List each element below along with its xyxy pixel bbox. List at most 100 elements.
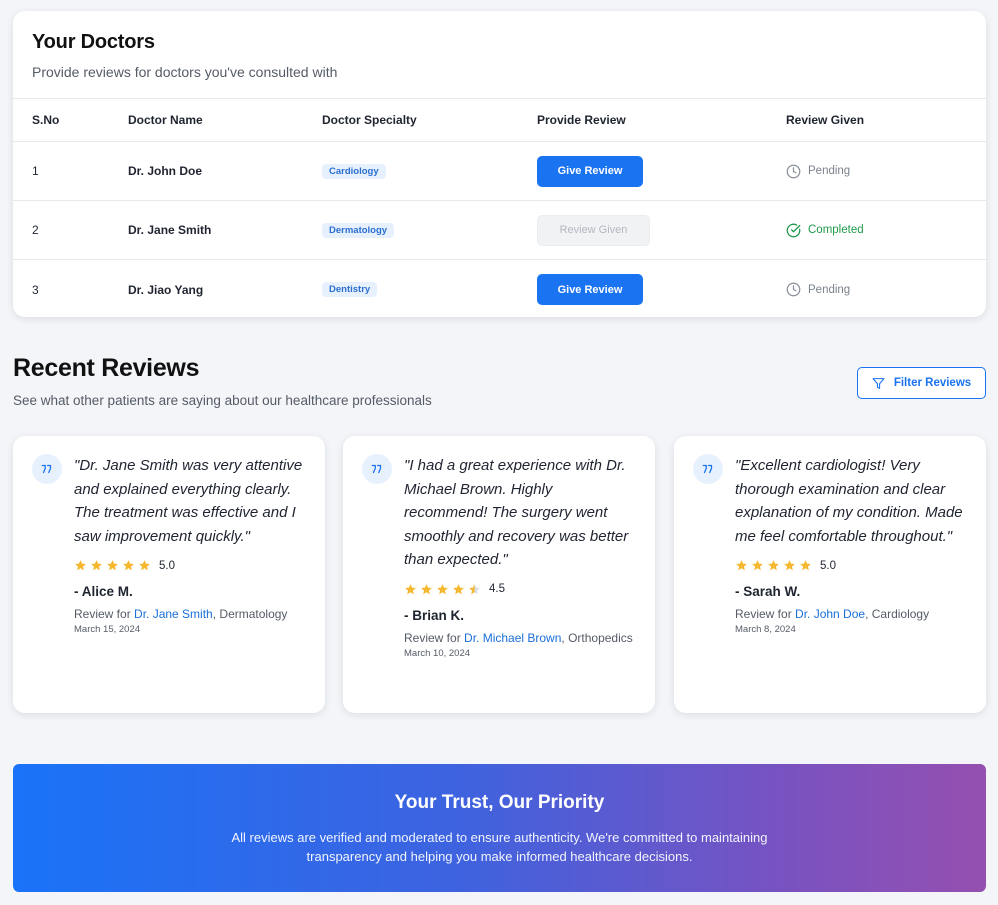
star-filled-icon: [107, 560, 118, 571]
star-filled-icon: [768, 560, 779, 571]
check-circle-icon: [786, 223, 801, 237]
status-badge: Pending: [786, 282, 850, 297]
star-filled-icon: [800, 560, 811, 571]
star-rating: 5.0: [74, 559, 309, 572]
star-rating: 4.5: [404, 583, 639, 596]
row-specialty-cell: Dentistry: [322, 260, 378, 317]
review-author: - Brian K.: [404, 607, 465, 623]
trust-banner: Your Trust, Our Priority All reviews are…: [13, 764, 986, 892]
row-doctor-name: Dr. Jiao Yang: [128, 282, 204, 297]
trust-text: All reviews are verified and moderated t…: [231, 830, 768, 864]
give-review-button[interactable]: Give Review: [537, 155, 643, 187]
row-status-cell: Pending: [786, 142, 850, 200]
row-action-cell: Review Given: [537, 201, 650, 259]
column-header-review-given: Review Given: [786, 113, 865, 127]
filter-reviews-button[interactable]: Filter Reviews: [857, 367, 986, 399]
stars: [735, 559, 812, 572]
review-date: March 10, 2024: [404, 647, 471, 659]
star-filled-icon: [405, 583, 416, 594]
review-quote: "I had a great experience with Dr. Micha…: [404, 457, 629, 568]
reviewed-doctor-link[interactable]: Dr. Jane Smith: [134, 607, 213, 621]
star-filled-icon: [123, 560, 134, 571]
column-header-sno: S.No: [32, 113, 60, 127]
stars: [74, 559, 151, 572]
star-filled-icon: [91, 560, 102, 571]
review-author: - Sarah W.: [735, 584, 801, 599]
star-filled-icon: [736, 560, 747, 571]
reviewed-doctor-link[interactable]: Dr. John Doe: [795, 607, 865, 621]
review-for-prefix: Review for: [735, 607, 792, 621]
star-filled-icon: [75, 560, 86, 571]
table-row: 3 Dr. Jiao Yang Dentistry Give Review Pe…: [13, 260, 986, 317]
review-given-button: Review Given: [537, 214, 650, 246]
reviewed-specialty: , Cardiology: [865, 607, 930, 621]
doctors-title: Your Doctors: [32, 31, 155, 53]
reviewed-specialty: , Dermatology: [212, 607, 288, 621]
review-card: "I had a great experience with Dr. Micha…: [343, 436, 655, 713]
star-filled-icon: [784, 560, 795, 571]
stars: [404, 583, 481, 596]
row-sno: 3: [32, 282, 39, 297]
column-header-doctor-name: Doctor Name: [128, 113, 203, 127]
rating-score: 5.0: [820, 559, 836, 572]
review-for-prefix: Review for: [404, 630, 461, 645]
review-for-prefix: Review for: [74, 607, 131, 621]
trust-title: Your Trust, Our Priority: [394, 792, 605, 813]
row-doctor-name: Dr. Jane Smith: [128, 223, 212, 237]
specialty-tag: Cardiology: [322, 163, 386, 179]
clock-icon: [786, 164, 801, 178]
table-header-row: S.No Doctor Name Doctor Specialty Provid…: [13, 99, 986, 142]
doctors-table: S.No Doctor Name Doctor Specialty Provid…: [13, 99, 986, 317]
review-for: Review for Dr. John Doe, Cardiology: [735, 606, 970, 622]
star-rating: 5.0: [735, 559, 970, 572]
review-date: March 15, 2024: [74, 624, 141, 635]
review-quote: "Dr. Jane Smith was very attentive and e…: [74, 457, 303, 545]
give-review-button[interactable]: Give Review: [537, 274, 643, 305]
row-doctor-name: Dr. John Doe: [128, 164, 203, 178]
column-header-specialty: Doctor Specialty: [322, 113, 417, 127]
row-sno: 2: [32, 223, 39, 237]
filter-reviews-label: Filter Reviews: [893, 377, 972, 389]
clock-icon: [786, 282, 801, 297]
status-label: Pending: [808, 283, 851, 296]
review-card: "Excellent cardiologist! Very thorough e…: [674, 436, 986, 713]
star-half-icon: [469, 583, 480, 594]
row-sno: 1: [32, 164, 39, 178]
row-status-cell: Pending: [786, 260, 850, 317]
star-filled-icon: [453, 583, 464, 594]
review-author: - Alice M.: [74, 584, 133, 599]
star-filled-icon: [752, 560, 763, 571]
review-date: March 8, 2024: [735, 624, 796, 635]
row-action-cell: Give Review: [537, 142, 643, 200]
review-for: Review for Dr. Michael Brown, Orthopedic…: [404, 630, 639, 646]
row-action-cell: Give Review: [537, 260, 643, 317]
reviews-subtitle: See what other patients are saying about…: [13, 393, 432, 408]
specialty-tag: Dermatology: [322, 222, 395, 238]
specialty-tag: Dentistry: [322, 282, 378, 297]
doctors-header: Your Doctors Provide reviews for doctors…: [13, 11, 986, 99]
status-badge: Pending: [786, 164, 850, 179]
table-row: 1 Dr. John Doe Cardiology Give Review Pe…: [13, 142, 986, 201]
quote-icon: [32, 454, 62, 484]
review-card: "Dr. Jane Smith was very attentive and e…: [13, 436, 325, 713]
star-filled-icon: [139, 560, 150, 571]
star-filled-icon: [421, 583, 432, 594]
status-label: Pending: [808, 165, 851, 177]
filter-icon: [872, 377, 885, 389]
table-row: 2 Dr. Jane Smith Dermatology Review Give…: [13, 201, 986, 260]
rating-score: 4.5: [489, 583, 505, 595]
reviewed-specialty: , Orthopedics: [561, 630, 633, 645]
rating-score: 5.0: [159, 559, 175, 572]
status-label: Completed: [808, 224, 864, 236]
review-quote: "Excellent cardiologist! Very thorough e…: [735, 457, 963, 545]
row-status-cell: Completed: [786, 201, 864, 259]
reviews-title: Recent Reviews: [13, 354, 200, 382]
reviewed-doctor-link[interactable]: Dr. Michael Brown: [464, 631, 561, 645]
column-header-provide-review: Provide Review: [537, 113, 626, 127]
star-filled-icon: [437, 583, 448, 594]
quote-icon: [693, 454, 723, 484]
doctors-subtitle: Provide reviews for doctors you've consu…: [32, 64, 338, 80]
status-badge: Completed: [786, 223, 864, 238]
quote-icon: [362, 454, 392, 484]
doctors-card: Your Doctors Provide reviews for doctors…: [13, 11, 986, 317]
